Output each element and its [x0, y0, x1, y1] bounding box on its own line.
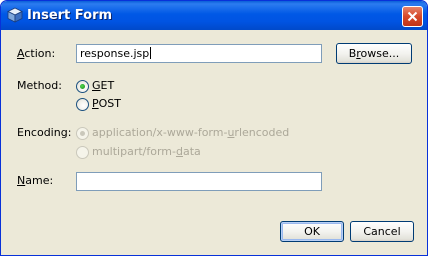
- text-caret: [150, 47, 152, 59]
- title-bar[interactable]: Insert Form: [1, 1, 427, 30]
- close-x-icon: [407, 11, 418, 22]
- radio-selected-dot: [80, 84, 85, 89]
- method-get-label[interactable]: GET: [92, 79, 114, 92]
- encoding-urlencoded-radio: [76, 127, 89, 140]
- close-button[interactable]: [402, 6, 423, 27]
- encoding-label: Encoding:: [17, 126, 72, 139]
- ok-button[interactable]: OK: [280, 221, 344, 242]
- name-label: Name:: [17, 174, 54, 187]
- method-post-label[interactable]: POST: [92, 97, 121, 110]
- name-field[interactable]: [76, 172, 322, 191]
- encoding-urlencoded-label: application/x-www-form-urlencoded: [92, 126, 290, 139]
- method-label: Method:: [17, 79, 62, 92]
- dialog-body: Action: response.jsp Browse... Method: G…: [4, 30, 424, 252]
- insert-form-dialog: Insert Form Action: response.jsp Browse.…: [0, 0, 428, 256]
- action-label: Action:: [17, 47, 56, 60]
- encoding-multipart-radio: [76, 146, 89, 159]
- netbeans-cube-icon: [7, 7, 23, 23]
- browse-button[interactable]: Browse...: [336, 43, 412, 64]
- encoding-multipart-label: multipart/form-data: [92, 145, 201, 158]
- radio-selected-dot: [80, 131, 85, 136]
- method-post-radio[interactable]: [76, 98, 89, 111]
- dialog-title: Insert Form: [27, 8, 113, 23]
- cancel-button[interactable]: Cancel: [350, 221, 414, 242]
- method-get-radio[interactable]: [76, 80, 89, 93]
- action-field[interactable]: response.jsp: [76, 44, 322, 63]
